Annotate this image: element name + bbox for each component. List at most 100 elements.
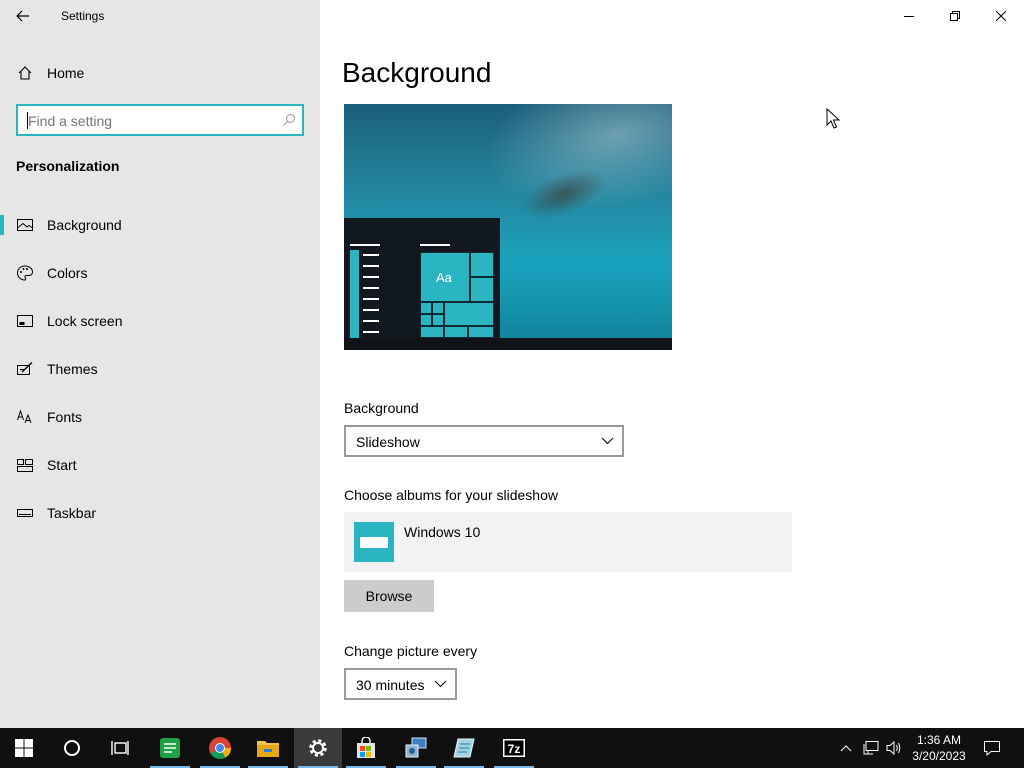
page-title: Background — [342, 57, 492, 88]
palette-icon — [16, 265, 34, 281]
sidebar-item-label: Lock screen — [47, 313, 123, 329]
sidebar-item-label: Fonts — [47, 409, 83, 425]
preview-tile — [444, 326, 468, 338]
restore-button[interactable] — [932, 0, 978, 32]
home-nav[interactable]: Home — [0, 58, 320, 88]
preview-tile — [420, 314, 432, 326]
preview-line — [350, 244, 380, 246]
close-button[interactable] — [978, 0, 1024, 32]
sidebar-item-taskbar[interactable]: Taskbar — [0, 493, 320, 533]
lock-screen-icon — [17, 315, 33, 327]
svg-text:7z: 7z — [508, 742, 521, 756]
minimize-button[interactable] — [886, 0, 932, 32]
taskbar-icon — [17, 509, 33, 517]
change-interval-dropdown[interactable]: 30 minutes — [344, 668, 457, 700]
store-app-button[interactable] — [342, 728, 390, 768]
home-label: Home — [47, 65, 85, 81]
preview-line — [363, 265, 379, 267]
sidebar-item-lock-screen[interactable]: Lock screen — [0, 301, 320, 341]
back-button[interactable] — [10, 4, 36, 28]
restore-icon — [950, 11, 960, 21]
preview-line — [363, 287, 379, 289]
app-title: Settings — [61, 9, 105, 23]
change-interval-value: 30 minutes — [356, 677, 425, 693]
network-tray-button[interactable] — [860, 728, 882, 768]
cortana-button[interactable] — [48, 728, 96, 768]
settings-app-button[interactable] — [294, 728, 342, 768]
sidebar-item-label: Themes — [47, 361, 98, 377]
preview-taskbar — [344, 338, 672, 350]
settings-sidebar: Settings Home Find a setting Personaliza… — [0, 0, 320, 728]
notepad-icon — [453, 738, 475, 758]
control-panel-icon — [405, 737, 427, 758]
notification-icon — [984, 741, 1000, 756]
settings-icon — [309, 739, 327, 757]
show-hidden-icons-button[interactable] — [836, 728, 856, 768]
volume-icon — [886, 740, 901, 756]
folder-icon — [354, 522, 394, 562]
control-panel-button[interactable] — [392, 728, 440, 768]
sidebar-item-fonts[interactable]: Fonts — [0, 397, 320, 437]
preview-line — [363, 254, 379, 256]
preview-start-bar — [350, 250, 359, 338]
preview-line — [363, 276, 379, 278]
taskbar-clock[interactable]: 1:36 AM 3/20/2023 — [906, 732, 972, 764]
notepad-app-button[interactable] — [440, 728, 488, 768]
background-type-value: Slideshow — [356, 434, 420, 450]
title-bar-left: Settings — [0, 0, 320, 32]
start-menu-icon — [17, 459, 33, 472]
close-icon — [996, 11, 1006, 21]
preview-tile — [432, 314, 444, 326]
task-view-icon — [111, 741, 129, 755]
search-icon[interactable] — [282, 113, 296, 127]
section-title: Personalization — [16, 158, 120, 174]
chevron-down-icon — [601, 437, 614, 445]
task-view-button[interactable] — [96, 728, 144, 768]
7zip-icon: 7z — [503, 739, 525, 757]
preview-line — [363, 298, 379, 300]
chrome-app-button[interactable] — [196, 728, 244, 768]
spreadsheet-icon — [160, 738, 180, 758]
sidebar-item-label: Taskbar — [47, 505, 97, 521]
home-icon — [18, 66, 32, 80]
preview-line — [363, 309, 379, 311]
search-input[interactable]: Find a setting — [16, 104, 304, 136]
clock-time: 1:36 AM — [916, 733, 962, 747]
change-interval-label: Change picture every — [344, 643, 478, 659]
windows-logo-icon — [15, 739, 33, 757]
preview-tile — [468, 326, 494, 338]
sidebar-item-start[interactable]: Start — [0, 445, 320, 485]
albums-label: Choose albums for your slideshow — [344, 487, 558, 503]
sidebar-item-label: Start — [47, 457, 77, 473]
start-button[interactable] — [0, 728, 48, 768]
preview-tile — [444, 302, 494, 326]
network-icon — [863, 741, 879, 755]
sidebar-item-label: Colors — [47, 265, 88, 281]
file-explorer-icon — [257, 741, 279, 757]
file-explorer-button[interactable] — [244, 728, 292, 768]
store-icon — [357, 737, 375, 758]
clock-date: 3/20/2023 — [912, 749, 966, 763]
search-placeholder: Find a setting — [28, 113, 113, 129]
chevron-down-icon — [434, 680, 447, 688]
volume-tray-button[interactable] — [884, 728, 906, 768]
preview-tile — [420, 326, 444, 338]
sidebar-item-background[interactable]: Background — [0, 205, 320, 245]
window-controls — [886, 0, 1024, 32]
sidebar-item-colors[interactable]: Colors — [0, 253, 320, 293]
background-type-label: Background — [344, 400, 419, 416]
album-item[interactable]: Windows 10 — [344, 512, 792, 572]
picture-icon — [17, 219, 33, 231]
sidebar-item-themes[interactable]: Themes — [0, 349, 320, 389]
chevron-up-icon — [840, 745, 852, 752]
browse-button[interactable]: Browse — [344, 580, 434, 612]
chrome-icon — [209, 737, 231, 759]
back-arrow-icon — [16, 10, 29, 22]
action-center-button[interactable] — [978, 728, 1006, 768]
preview-line — [363, 320, 379, 322]
mouse-cursor-icon — [826, 108, 840, 129]
background-type-dropdown[interactable]: Slideshow — [344, 425, 624, 457]
spreadsheet-app-button[interactable] — [146, 728, 194, 768]
7zip-app-button[interactable]: 7z — [490, 728, 538, 768]
preview-tile — [432, 302, 444, 314]
